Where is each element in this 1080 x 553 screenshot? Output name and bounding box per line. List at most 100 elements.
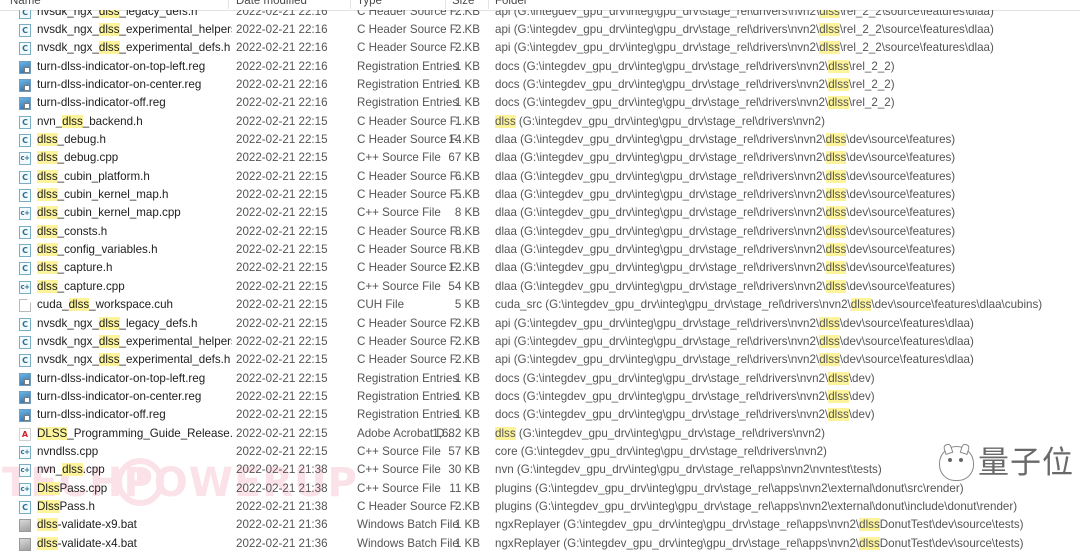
folder-path-cell: api (G:\integdev_gpu_drv\integ\gpu_drv\s… — [495, 10, 994, 19]
file-name-cell[interactable]: turn-dlss-indicator-on-center.reg — [37, 390, 201, 404]
file-name-cell[interactable]: nvsdk_ngx_dlss_experimental_helpers.h — [37, 334, 232, 349]
file-name-cell[interactable]: nvsdk_ngx_dlss_legacy_defs.h — [37, 10, 198, 19]
c-header-icon: C — [19, 42, 31, 56]
table-row[interactable]: Cnvsdk_ngx_dlss_experimental_defs.h 2022-… — [0, 39, 1080, 57]
file-name-cell[interactable]: cuda_dlss_workspace.cuh — [37, 298, 173, 312]
table-row[interactable]: Cdlss_capture.h 2022-02-21 22:15 C Header … — [0, 259, 1080, 277]
cpp-source-icon: c+ — [19, 445, 31, 459]
file-name-cell[interactable]: dlss_debug.cpp — [37, 151, 118, 165]
column-header-folder[interactable]: Folder — [495, 0, 528, 7]
column-header-name[interactable]: Name — [10, 0, 41, 7]
file-name-cell[interactable]: dlss_capture.cpp — [37, 279, 125, 294]
folder-path-cell: dlss (G:\integdev_gpu_drv\integ\gpu_drv\… — [495, 114, 825, 128]
date-modified-cell: 2022-02-21 22:15 — [236, 243, 328, 257]
table-row[interactable]: dlss-validate-x9.bat 2022-02-21 21:36 Wind… — [0, 516, 1080, 534]
file-size-cell: 57 KB — [448, 444, 480, 458]
c-header-icon: C — [19, 189, 31, 203]
date-modified-cell: 2022-02-21 22:15 — [236, 298, 328, 312]
file-name-cell[interactable]: nvn_dlss_backend.h — [37, 114, 143, 129]
folder-path-cell: ngxReplayer (G:\integdev_gpu_drv\integ\g… — [495, 536, 1024, 550]
table-row[interactable]: Cnvsdk_ngx_dlss_legacy_defs.h 2022-02-21 … — [0, 315, 1080, 333]
file-size-cell: 1 KB — [454, 389, 480, 403]
search-match-highlight: dlss — [828, 371, 849, 385]
table-row[interactable]: turn-dlss-indicator-off.reg 2022-02-21 22… — [0, 406, 1080, 424]
file-name-cell[interactable]: dlss_cubin_kernel_map.h — [37, 188, 169, 202]
table-row[interactable]: Cdlss_cubin_platform.h 2022-02-21 22:15 C … — [0, 168, 1080, 186]
table-row[interactable]: c+ nvndlss.cpp 2022-02-21 22:15 C++ Source … — [0, 443, 1080, 461]
column-header-type[interactable]: Type — [357, 0, 382, 7]
date-modified-cell: 2022-02-21 22:15 — [236, 334, 328, 348]
table-row[interactable]: Cdlss_cubin_kernel_map.h 2022-02-21 22:15… — [0, 186, 1080, 204]
file-name-cell[interactable]: dlss_capture.h — [37, 261, 112, 275]
table-row[interactable]: turn-dlss-indicator-off.reg 2022-02-21 22… — [0, 94, 1080, 112]
table-row[interactable]: Cnvsdk_ngx_dlss_legacy_defs.h 2022-02-21 … — [0, 10, 1080, 21]
table-row[interactable]: Cnvsdk_ngx_dlss_experimental_helpers.h 20… — [0, 21, 1080, 39]
file-name-cell[interactable]: nvn_dlss.cpp — [37, 463, 105, 477]
folder-path-cell: cuda_src (G:\integdev_gpu_drv\integ\gpu_… — [495, 298, 1043, 312]
table-row[interactable]: Cnvsdk_ngx_dlss_experimental_defs.h 2022-… — [0, 351, 1080, 369]
column-divider-name[interactable] — [228, 0, 229, 9]
c-header-icon: C — [19, 500, 31, 514]
c-header-icon: C — [19, 134, 31, 148]
date-modified-cell: 2022-02-21 22:15 — [236, 444, 328, 458]
file-name-cell[interactable]: turn-dlss-indicator-off.reg — [37, 96, 166, 110]
file-name-cell[interactable]: turn-dlss-indicator-off.reg — [37, 408, 166, 422]
table-row[interactable]: turn-dlss-indicator-on-center.reg 2022-02… — [0, 388, 1080, 406]
table-row[interactable]: c+ dlss_debug.cpp 2022-02-21 22:15 C++ Sour… — [0, 149, 1080, 167]
search-match-highlight: dlss — [819, 23, 840, 36]
table-row[interactable]: Cdlss_consts.h 2022-02-21 22:15 C Header S… — [0, 223, 1080, 241]
table-row[interactable]: c+ DlssPass.cpp 2022-02-21 21:38 C++ Source… — [0, 480, 1080, 498]
table-row[interactable]: c+ nvn_dlss.cpp 2022-02-21 21:38 C++ Source… — [0, 461, 1080, 479]
search-match-highlight: dlss — [37, 518, 58, 532]
file-name-cell[interactable]: dlss_debug.h — [37, 133, 106, 147]
file-name-cell[interactable]: DLSS_Programming_Guide_Release.pdf — [37, 426, 232, 441]
folder-path-cell: api (G:\integdev_gpu_drv\integ\gpu_drv\s… — [495, 23, 994, 36]
column-header-date-modified[interactable]: Date modified — [236, 0, 307, 7]
c-header-icon: C — [19, 170, 31, 184]
folder-path-cell: docs (G:\integdev_gpu_drv\integ\gpu_drv\… — [495, 408, 875, 422]
date-modified-cell: 2022-02-21 22:16 — [236, 23, 328, 36]
table-row[interactable]: c+ dlss_capture.cpp 2022-02-21 22:15 C++ So… — [0, 278, 1080, 296]
table-row[interactable]: turn-dlss-indicator-on-center.reg 2022-02… — [0, 76, 1080, 94]
file-name-cell[interactable]: nvsdk_ngx_dlss_legacy_defs.h — [37, 316, 198, 331]
file-name-cell[interactable]: nvsdk_ngx_dlss_experimental_defs.h — [37, 353, 230, 367]
file-name-cell[interactable]: DlssPass.cpp — [37, 481, 107, 496]
file-name-cell[interactable]: nvndlss.cpp — [37, 445, 98, 459]
column-divider-date[interactable] — [350, 0, 351, 9]
registry-file-icon — [19, 390, 31, 404]
file-name-cell[interactable]: dlss_consts.h — [37, 224, 107, 239]
table-row[interactable]: C DlssPass.h 2022-02-21 21:38 C Header Sour… — [0, 498, 1080, 516]
table-row[interactable]: A DLSS_Programming_Guide_Release.pdf 2022-… — [0, 425, 1080, 443]
file-name-cell[interactable]: nvsdk_ngx_dlss_experimental_helpers.h — [37, 23, 232, 37]
table-row[interactable]: Cdlss_debug.h 2022-02-21 22:15 C Header So… — [0, 131, 1080, 149]
table-row[interactable]: cuda_dlss_workspace.cuh 2022-02-21 22:15 C… — [0, 296, 1080, 314]
table-row[interactable]: Cnvn_dlss_backend.h 2022-02-21 22:15 C Hea… — [0, 113, 1080, 131]
file-name-cell[interactable]: DlssPass.h — [37, 499, 95, 514]
table-row[interactable]: turn-dlss-indicator-on-top-left.reg 2022-… — [0, 58, 1080, 76]
column-header-size[interactable]: Size — [452, 0, 474, 7]
folder-path-cell: core (G:\integdev_gpu_drv\integ\gpu_drv\… — [495, 444, 827, 458]
file-name-cell[interactable]: turn-dlss-indicator-on-top-left.reg — [37, 60, 205, 74]
table-row[interactable]: c+ dlss_cubin_kernel_map.cpp 2022-02-21 22… — [0, 204, 1080, 222]
file-name-cell[interactable]: dlss_config_variables.h — [37, 243, 158, 257]
file-name-cell[interactable]: dlss-validate-x9.bat — [37, 518, 137, 532]
date-modified-cell: 2022-02-21 22:15 — [236, 389, 328, 403]
file-name-cell[interactable]: dlss_cubin_platform.h — [37, 169, 150, 184]
table-row[interactable]: Cnvsdk_ngx_dlss_experimental_helpers.h 20… — [0, 333, 1080, 351]
search-match-highlight: dlss — [98, 353, 120, 367]
table-row[interactable]: Cdlss_config_variables.h 2022-02-21 22:15… — [0, 241, 1080, 259]
folder-path-cell: plugins (G:\integdev_gpu_drv\integ\gpu_d… — [495, 481, 964, 495]
search-match-highlight: dlss — [825, 133, 847, 147]
table-row[interactable]: dlss-validate-x4.bat 2022-02-21 21:36 Wind… — [0, 535, 1080, 553]
table-row[interactable]: turn-dlss-indicator-on-top-left.reg 2022-… — [0, 370, 1080, 388]
file-name-cell[interactable]: nvsdk_ngx_dlss_experimental_defs.h — [37, 41, 230, 55]
column-divider-type[interactable] — [445, 0, 446, 9]
search-match-highlight: dlss — [37, 151, 58, 165]
date-modified-cell: 2022-02-21 22:16 — [236, 59, 328, 73]
file-name-cell[interactable]: turn-dlss-indicator-on-top-left.reg — [37, 372, 205, 386]
column-divider-size[interactable] — [488, 0, 489, 9]
file-name-cell[interactable]: turn-dlss-indicator-on-center.reg — [37, 78, 201, 92]
file-name-cell[interactable]: dlss-validate-x4.bat — [37, 536, 137, 551]
file-size-cell: 1 KB — [454, 59, 480, 73]
file-name-cell[interactable]: dlss_cubin_kernel_map.cpp — [37, 206, 181, 220]
